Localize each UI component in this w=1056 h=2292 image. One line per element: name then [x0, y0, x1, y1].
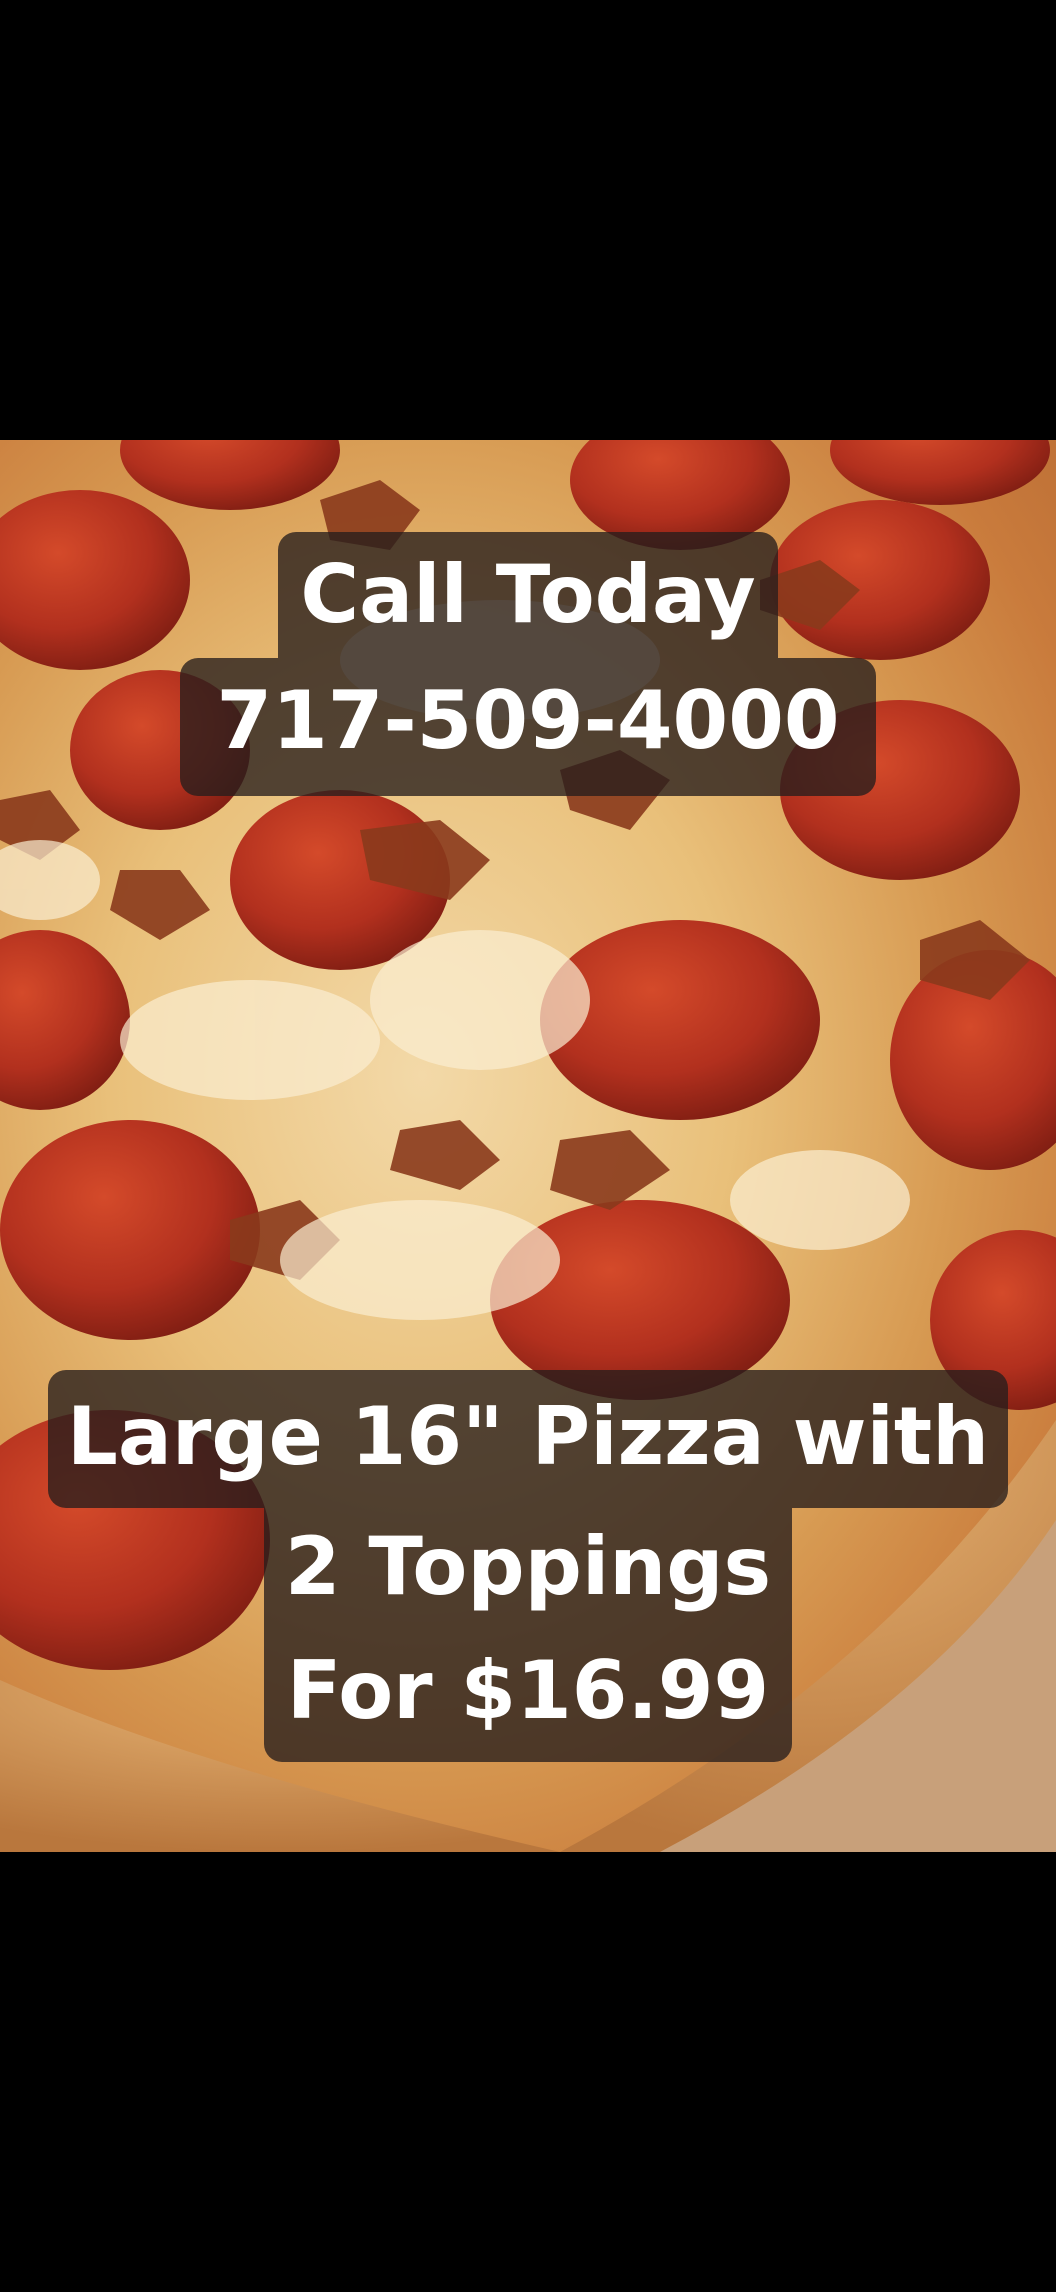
- offer-line-1-text: Large 16" Pizza with: [66, 1390, 990, 1483]
- phone-number-caption: 717-509-4000: [180, 658, 876, 796]
- call-today-text: Call Today: [300, 548, 756, 641]
- letterbox-bottom: [0, 1852, 1056, 2292]
- phone-number-text: 717-509-4000: [216, 674, 840, 767]
- offer-line-2-text: 2 Toppings: [284, 1520, 772, 1613]
- offer-caption-lines-2-3: 2 Toppings For $16.99: [264, 1508, 792, 1762]
- letterbox-top: [0, 0, 1056, 440]
- offer-caption-line-1: Large 16" Pizza with: [48, 1370, 1008, 1508]
- call-today-caption: Call Today: [278, 532, 778, 658]
- offer-price-text: For $16.99: [286, 1644, 770, 1737]
